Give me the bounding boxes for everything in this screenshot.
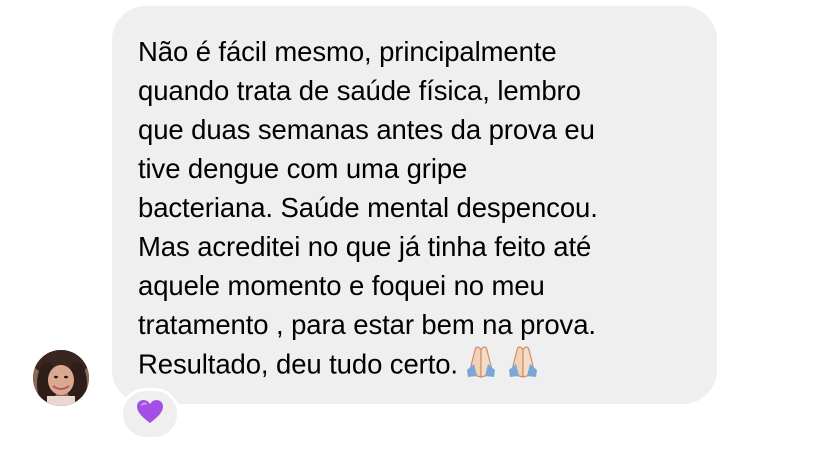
message-bubble[interactable]: Não é fácil mesmo, principalmente quando… xyxy=(112,6,717,404)
avatar-photo-icon xyxy=(33,350,89,406)
purple-heart-icon xyxy=(136,399,164,430)
message-line: tratamento , para estar bem na prova. xyxy=(138,309,596,340)
reaction-badge[interactable] xyxy=(120,388,180,440)
message-line: Resultado, deu tudo certo. xyxy=(138,348,458,380)
message-line: quando trata de saúde física, lembro xyxy=(138,75,581,106)
message-last-line: Resultado, deu tudo certo. xyxy=(138,344,695,388)
praying-hands-icon xyxy=(504,344,542,388)
message-line: bacteriana. Saúde mental despencou. xyxy=(138,192,598,223)
message-line: tive dengue com uma gripe xyxy=(138,153,468,184)
message-text: Não é fácil mesmo, principalmente quando… xyxy=(138,32,695,388)
message-line: aquele momento e foquei no meu xyxy=(138,270,545,301)
message-thread: Não é fácil mesmo, principalmente quando… xyxy=(0,0,828,457)
sender-avatar[interactable] xyxy=(33,350,89,406)
message-line: que duas semanas antes da prova eu xyxy=(138,114,595,145)
praying-hands-icon xyxy=(462,344,500,388)
message-line: Mas acreditei no que já tinha feito até xyxy=(138,231,592,262)
message-line: Não é fácil mesmo, principalmente xyxy=(138,36,557,67)
